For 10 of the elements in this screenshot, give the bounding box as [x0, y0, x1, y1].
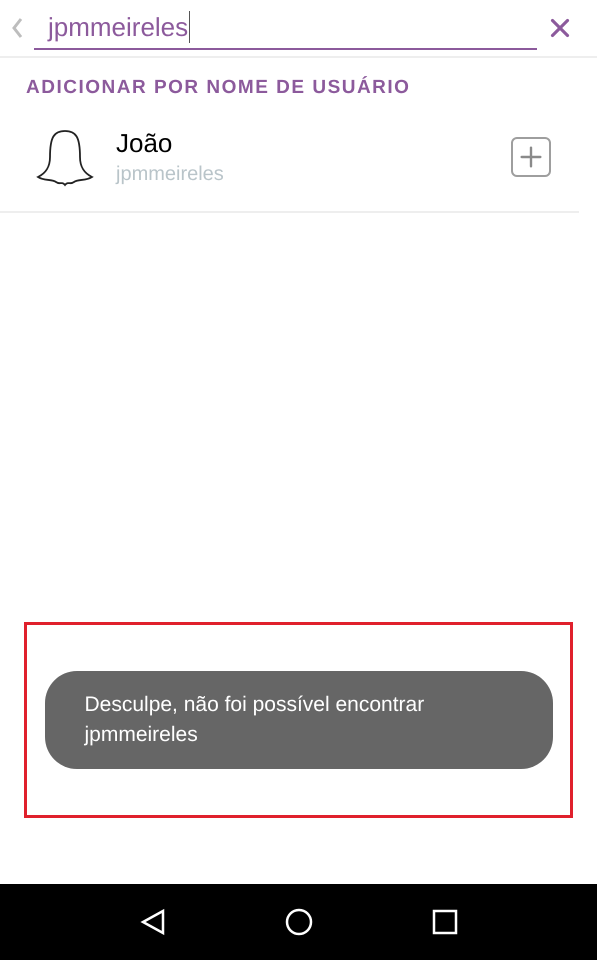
username: jpmmeireles	[116, 162, 225, 186]
toast-message: Desculpe, não foi possível encontrar jpmmeireles	[44, 671, 552, 769]
user-row[interactable]: João jpmmeireles	[0, 102, 579, 212]
add-friend-button[interactable]	[511, 136, 551, 176]
section-title: ADICIONAR POR NOME DE USUÁRIO	[25, 75, 412, 100]
recents-nav-icon[interactable]	[432, 909, 458, 935]
user-name: João	[116, 126, 174, 160]
back-nav-icon[interactable]	[139, 908, 168, 936]
search-field[interactable]: jpmmeireles	[34, 6, 537, 50]
home-nav-icon[interactable]	[285, 908, 314, 936]
